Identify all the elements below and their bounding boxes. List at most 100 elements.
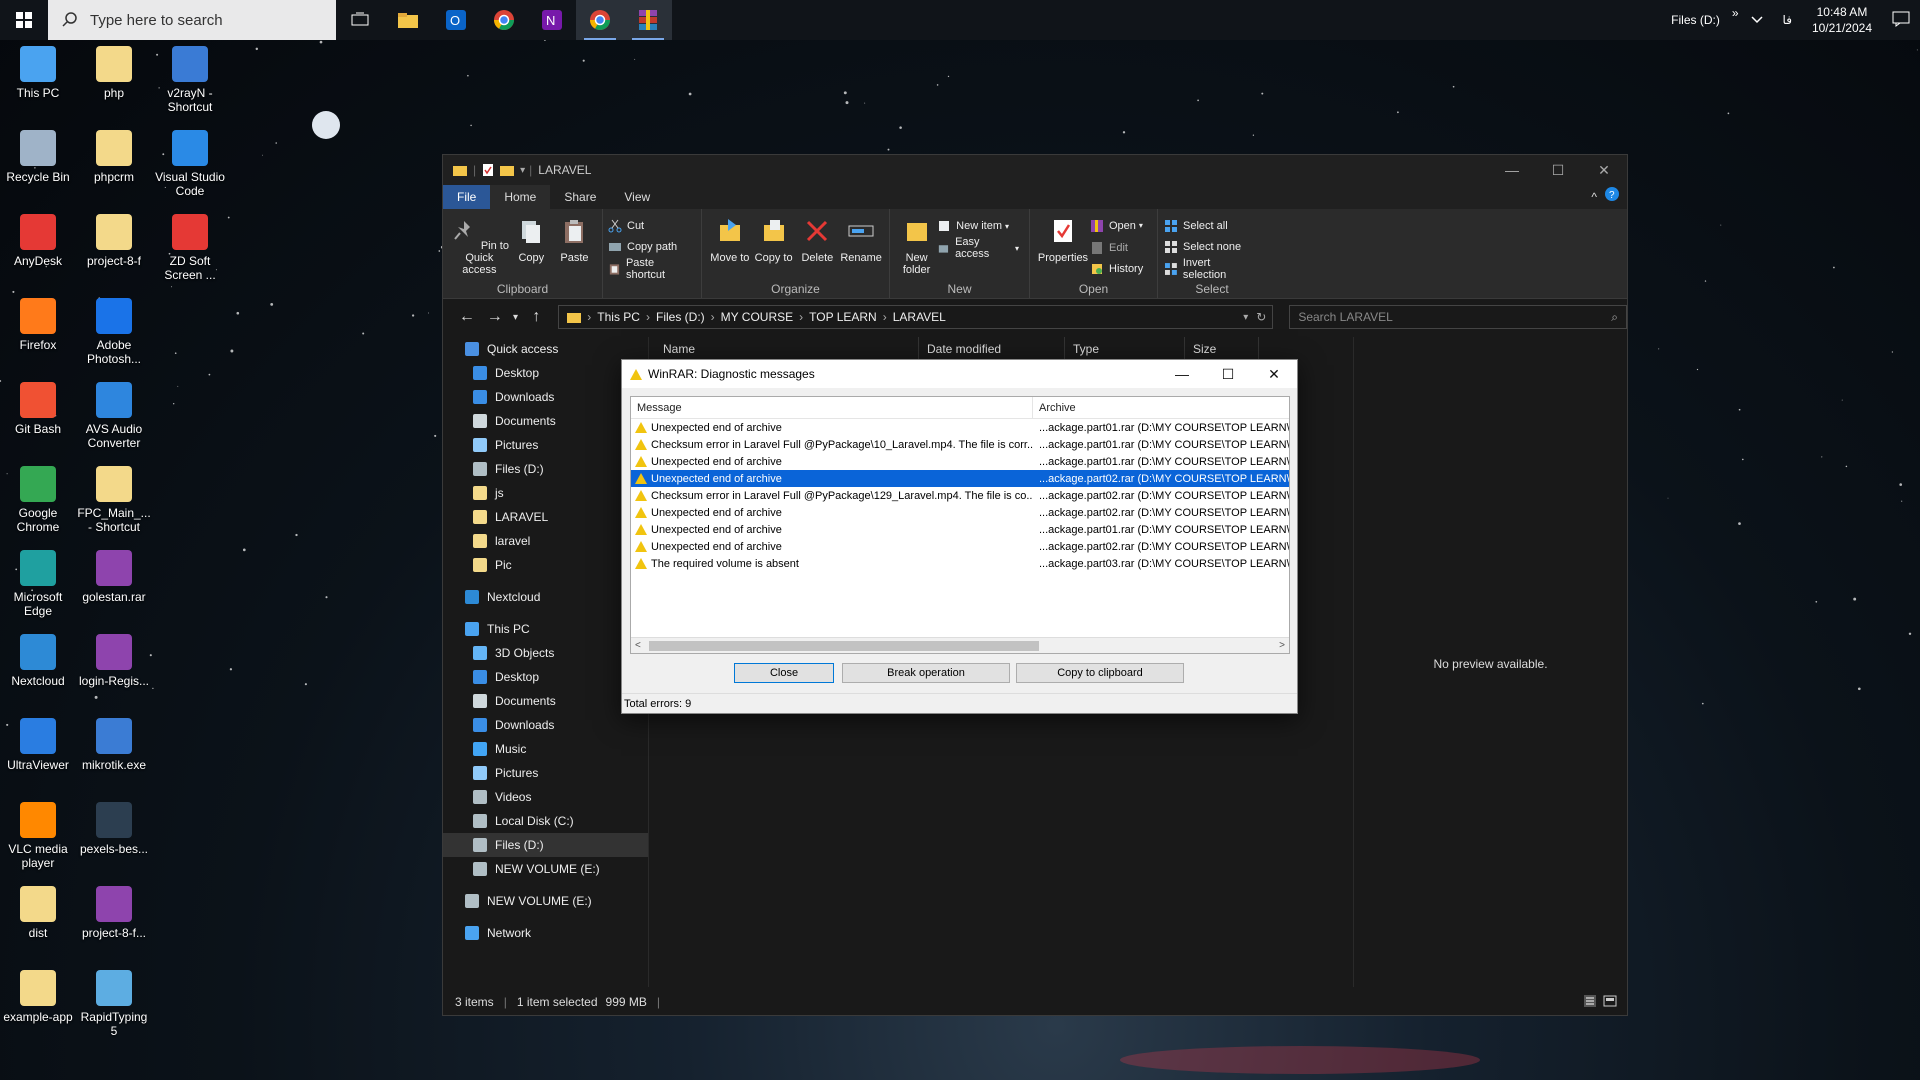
maximize-button[interactable]: ☐ bbox=[1535, 155, 1581, 185]
nav-item[interactable]: Network bbox=[443, 921, 648, 945]
collapse-ribbon-icon[interactable]: ^ bbox=[1585, 185, 1603, 209]
nav-item[interactable]: Files (D:) bbox=[443, 457, 648, 481]
select-none-button[interactable]: Select none bbox=[1164, 237, 1260, 259]
desktop-icon[interactable]: login-Regis... bbox=[76, 634, 152, 688]
desktop-icon[interactable]: This PC bbox=[0, 46, 76, 100]
edit-button[interactable]: Edit bbox=[1090, 237, 1147, 259]
break-operation-button[interactable]: Break operation bbox=[842, 663, 1010, 683]
taskbar-chrome[interactable] bbox=[480, 0, 528, 40]
new-folder-button[interactable]: New folder bbox=[896, 213, 937, 280]
desktop-icon[interactable]: Recycle Bin bbox=[0, 130, 76, 184]
nav-item[interactable]: Quick access bbox=[443, 337, 648, 361]
forward-arrow-icon[interactable]: → bbox=[481, 308, 509, 326]
address-dropdown-icon[interactable]: ▾ bbox=[1243, 312, 1248, 323]
nav-item[interactable]: This PC bbox=[443, 617, 648, 641]
scrollbar-thumb[interactable] bbox=[649, 641, 1039, 651]
list-item[interactable]: Unexpected end of archive ...ackage.part0… bbox=[631, 504, 1289, 521]
desktop-icon[interactable]: FPC_Main_... - Shortcut bbox=[76, 466, 152, 534]
cut-button[interactable]: Cut bbox=[608, 215, 695, 237]
chevron-up-icon[interactable] bbox=[1741, 13, 1773, 27]
desktop-icon[interactable]: project-8-f... bbox=[76, 886, 152, 940]
new-item-button[interactable]: New item ▾ bbox=[937, 215, 1023, 237]
taskbar-outlook[interactable]: O bbox=[432, 0, 480, 40]
nav-item[interactable]: Videos bbox=[443, 785, 648, 809]
breadcrumb-laravel[interactable]: LARAVEL bbox=[893, 310, 946, 324]
properties-button[interactable]: Properties bbox=[1036, 213, 1090, 280]
nav-item[interactable]: Files (D:) bbox=[443, 833, 648, 857]
paste-button[interactable]: Paste bbox=[553, 213, 596, 280]
search-field[interactable]: Search LARAVEL ⌕ bbox=[1289, 305, 1627, 329]
invert-selection-button[interactable]: Invert selection bbox=[1164, 257, 1260, 281]
list-item[interactable]: The required volume is absent ...ackage.p… bbox=[631, 555, 1289, 572]
dialog-close-x-button[interactable]: ✕ bbox=[1251, 360, 1297, 388]
easy-access-button[interactable]: Easy access ▾ bbox=[937, 236, 1023, 260]
nav-item[interactable]: Documents bbox=[443, 689, 648, 713]
desktop-icon[interactable]: example-app bbox=[0, 970, 76, 1024]
select-all-button[interactable]: Select all bbox=[1164, 215, 1260, 237]
breadcrumb-files-d[interactable]: Files (D:) bbox=[656, 310, 705, 324]
desktop-icon[interactable]: ZD Soft Screen ... bbox=[152, 214, 228, 282]
clock[interactable]: 10:48 AM 10/21/2024 bbox=[1802, 4, 1882, 36]
nav-item[interactable]: Documents bbox=[443, 409, 648, 433]
tab-share[interactable]: Share bbox=[550, 185, 610, 209]
nav-item[interactable]: NEW VOLUME (E:) bbox=[443, 857, 648, 881]
address-bar[interactable]: › This PC › Files (D:) › MY COURSE › TOP… bbox=[558, 305, 1274, 329]
desktop-icon[interactable]: AVS Audio Converter bbox=[76, 382, 152, 450]
recent-dropdown-icon[interactable]: ▾ bbox=[509, 312, 523, 323]
tab-file[interactable]: File bbox=[443, 185, 491, 209]
notification-icon[interactable] bbox=[1882, 11, 1920, 30]
copy-path-button[interactable]: Copy path bbox=[608, 237, 695, 259]
nav-item[interactable]: Pictures bbox=[443, 433, 648, 457]
desktop-icon[interactable]: VLC media player bbox=[0, 802, 76, 870]
input-language[interactable]: فا bbox=[1773, 13, 1802, 27]
nav-item[interactable]: Desktop bbox=[443, 361, 648, 385]
history-button[interactable]: History bbox=[1090, 258, 1147, 280]
desktop-icon[interactable]: phpcrm bbox=[76, 130, 152, 184]
minimize-button[interactable]: — bbox=[1489, 155, 1535, 185]
nav-item[interactable]: Desktop bbox=[443, 665, 648, 689]
horizontal-scrollbar[interactable]: < > bbox=[631, 637, 1289, 653]
up-arrow-icon[interactable]: ↑ bbox=[523, 308, 551, 326]
paste-shortcut-button[interactable]: Paste shortcut bbox=[608, 257, 695, 281]
breadcrumb-my-course[interactable]: MY COURSE bbox=[721, 310, 793, 324]
taskbar-onenote[interactable]: N bbox=[528, 0, 576, 40]
column-name[interactable]: Name bbox=[655, 337, 919, 361]
breadcrumb-this-pc[interactable]: This PC bbox=[597, 310, 640, 324]
list-item[interactable]: Unexpected end of archive ...ackage.part0… bbox=[631, 470, 1289, 487]
large-icons-view-icon[interactable] bbox=[1603, 994, 1617, 1011]
dialog-maximize-button[interactable]: ☐ bbox=[1205, 360, 1251, 388]
help-icon[interactable]: ? bbox=[1603, 185, 1627, 209]
desktop-icon[interactable]: Visual Studio Code bbox=[152, 130, 228, 198]
tray-overflow-chevron[interactable]: » bbox=[1730, 6, 1741, 20]
nav-item[interactable]: laravel bbox=[443, 529, 648, 553]
column-message[interactable]: Message bbox=[631, 397, 1033, 419]
desktop-icon[interactable]: Nextcloud bbox=[0, 634, 76, 688]
desktop-icon[interactable]: dist bbox=[0, 886, 76, 940]
copy-to-button[interactable]: Copy to bbox=[752, 213, 796, 280]
desktop-icon[interactable]: golestan.rar bbox=[76, 550, 152, 604]
taskbar-search[interactable]: Type here to search bbox=[48, 0, 336, 40]
back-arrow-icon[interactable]: ← bbox=[453, 308, 481, 326]
breadcrumb-top-learn[interactable]: TOP LEARN bbox=[809, 310, 877, 324]
taskbar-winrar[interactable] bbox=[624, 0, 672, 40]
tab-view[interactable]: View bbox=[610, 185, 664, 209]
nav-item[interactable]: NEW VOLUME (E:) bbox=[443, 889, 648, 913]
taskbar-file-explorer[interactable] bbox=[384, 0, 432, 40]
close-button[interactable]: ✕ bbox=[1581, 155, 1627, 185]
copy-to-clipboard-button[interactable]: Copy to clipboard bbox=[1016, 663, 1184, 683]
desktop-icon[interactable]: mikrotik.exe bbox=[76, 718, 152, 772]
delete-button[interactable]: Delete bbox=[796, 213, 840, 280]
column-date-modified[interactable]: Date modified bbox=[919, 337, 1065, 361]
nav-item[interactable]: Pic bbox=[443, 553, 648, 577]
desktop-icon[interactable]: v2rayN - Shortcut bbox=[152, 46, 228, 114]
desktop-icon[interactable]: AnyDesk bbox=[0, 214, 76, 268]
dialog-minimize-button[interactable]: — bbox=[1159, 360, 1205, 388]
rename-button[interactable]: Rename bbox=[839, 213, 883, 280]
column-type[interactable]: Type bbox=[1065, 337, 1185, 361]
desktop-icon[interactable]: Google Chrome bbox=[0, 466, 76, 534]
refresh-icon[interactable]: ↻ bbox=[1256, 310, 1266, 324]
list-item[interactable]: Checksum error in Laravel Full @PyPackag… bbox=[631, 436, 1289, 453]
copy-button[interactable]: Copy bbox=[510, 213, 553, 280]
column-archive[interactable]: Archive bbox=[1033, 402, 1076, 414]
desktop-icon[interactable]: php bbox=[76, 46, 152, 100]
